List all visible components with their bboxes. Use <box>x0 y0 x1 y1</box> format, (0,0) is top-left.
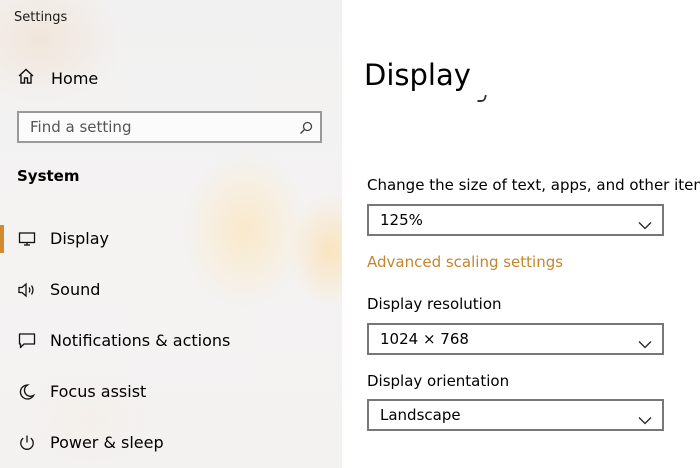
page-title: Display <box>364 58 471 92</box>
sidebar-item-power-sleep[interactable]: Power & sleep <box>0 422 342 464</box>
orientation-dropdown[interactable]: Landscape <box>367 399 664 431</box>
sidebar-item-display[interactable]: Display <box>0 218 342 260</box>
monitor-icon <box>17 229 37 249</box>
sidebar-item-notifications[interactable]: Notifications & actions <box>0 320 342 362</box>
search-icon[interactable] <box>299 120 313 139</box>
home-label: Home <box>51 68 99 88</box>
window-title: Settings <box>14 10 68 25</box>
scale-value: 125% <box>380 211 423 229</box>
search-input[interactable] <box>30 113 290 141</box>
home-icon <box>17 67 35 89</box>
chevron-down-icon <box>638 410 652 429</box>
sidebar-item-label: Power & sleep <box>50 433 164 452</box>
resolution-label: Display resolution <box>367 295 502 313</box>
power-icon <box>17 433 37 453</box>
orientation-label: Display orientation <box>367 372 510 390</box>
speaker-icon <box>17 280 37 300</box>
chevron-down-icon <box>638 334 652 353</box>
sidebar-item-label: Display <box>50 229 109 248</box>
resolution-dropdown[interactable]: 1024 × 768 <box>367 323 664 355</box>
sidebar-item-label: Notifications & actions <box>50 331 231 350</box>
resolution-value: 1024 × 768 <box>380 330 469 348</box>
advanced-scaling-link[interactable]: Advanced scaling settings <box>367 253 563 271</box>
sidebar: Settings Home System Di <box>0 0 342 468</box>
moon-icon <box>17 382 37 402</box>
scale-dropdown[interactable]: 125% <box>367 204 664 236</box>
orientation-value: Landscape <box>380 406 461 424</box>
scale-label: Change the size of text, apps, and other… <box>367 176 700 194</box>
sidebar-item-sound[interactable]: Sound <box>0 269 342 311</box>
sidebar-item-label: Focus assist <box>50 382 147 401</box>
message-icon <box>17 331 37 351</box>
search-box[interactable] <box>17 111 322 143</box>
sidebar-item-focus-assist[interactable]: Focus assist <box>0 371 342 413</box>
selection-indicator <box>0 225 4 253</box>
chevron-down-icon <box>638 215 652 234</box>
partially-hidden-text <box>477 95 487 102</box>
section-title: System <box>17 167 80 185</box>
home-button[interactable]: Home <box>17 65 98 91</box>
sidebar-item-label: Sound <box>50 280 101 299</box>
